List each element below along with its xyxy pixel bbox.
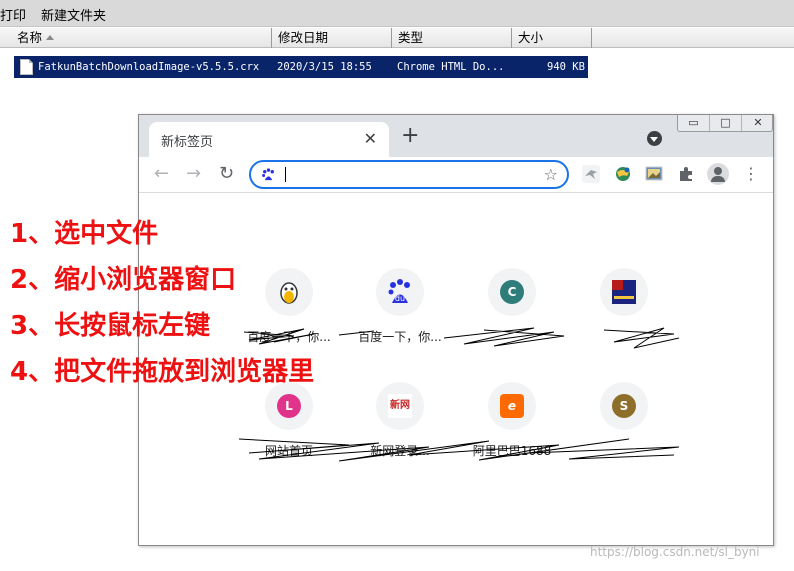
close-window-button[interactable]: ✕ — [742, 115, 774, 131]
letter-c-icon: C — [500, 280, 524, 304]
shortcut-tile[interactable]: C — [457, 268, 567, 348]
column-size-label: 大小 — [518, 30, 544, 45]
shortcut-icon-circle: e — [488, 382, 536, 430]
watermark: https://blog.csdn.net/sl_byni — [590, 545, 760, 559]
column-type[interactable]: 类型 — [392, 28, 512, 48]
tab-title: 新标签页 — [161, 135, 214, 150]
tab-new-tab[interactable]: 新标签页 ✕ — [149, 122, 389, 157]
baidu-icon — [262, 168, 274, 181]
shortcut-icon-circle: S — [600, 382, 648, 430]
column-header: 名称 修改日期 类型 大小 — [0, 28, 794, 48]
flag-thumbnail-icon — [612, 280, 636, 304]
address-bar[interactable]: ☆ — [249, 160, 569, 189]
file-icon — [20, 59, 33, 75]
shortcut-label: 阿里巴巴1688 — [472, 444, 552, 458]
column-modified-label: 修改日期 — [278, 30, 329, 45]
shortcut-tile[interactable]: du 百度一下，你... — [345, 268, 455, 348]
letter-s-icon: S — [612, 394, 636, 418]
shortcut-tile[interactable]: e 阿里巴巴1688 — [457, 382, 567, 462]
bookmark-star-icon[interactable]: ☆ — [544, 165, 558, 184]
print-button[interactable]: 打印 — [0, 5, 26, 24]
baidu-du-text: du — [395, 294, 405, 303]
globe-extension-icon[interactable] — [613, 164, 633, 184]
new-folder-button[interactable]: 新建文件夹 — [41, 5, 106, 24]
step-1: 1、选中文件 — [10, 219, 159, 249]
shortcut-tile[interactable]: S — [569, 382, 679, 462]
shortcut-tile[interactable]: 新网 新网登录... — [345, 382, 455, 462]
shortcut-label: 网站首页 — [264, 444, 313, 458]
step-3: 3、长按鼠标左键 — [10, 311, 211, 341]
column-modified[interactable]: 修改日期 — [272, 28, 392, 48]
step-4: 4、把文件拖放到浏览器里 — [10, 357, 315, 387]
puzzle-extensions-icon[interactable] — [677, 164, 697, 184]
shortcut-icon-circle: C — [488, 268, 536, 316]
baidu-paw-icon: du — [388, 279, 410, 303]
shortcut-icon-circle — [600, 268, 648, 316]
step-2: 2、缩小浏览器窗口 — [10, 265, 237, 295]
column-name[interactable]: 名称 — [0, 28, 272, 48]
sort-ascending-icon — [46, 35, 55, 40]
tab-search-icon[interactable] — [647, 131, 662, 146]
xinnet-icon: 新网 — [388, 394, 412, 418]
alibaba-icon: e — [500, 394, 524, 418]
shortcut-label: 新网登录... — [370, 444, 430, 458]
column-size[interactable]: 大小 — [512, 28, 592, 48]
shortcut-icon-circle: 新网 — [376, 382, 424, 430]
file-row-selected[interactable]: FatkunBatchDownloadImage-v5.5.5.crx 2020… — [14, 56, 588, 78]
shortcut-tile[interactable] — [569, 268, 679, 348]
new-tab-button[interactable]: + — [401, 125, 419, 147]
chrome-toolbar: ← → ↻ ☆ ⋮ — [139, 157, 773, 193]
minimize-button[interactable]: ▭ — [678, 115, 710, 131]
shortcut-label: 百度一下，你... — [358, 330, 442, 344]
image-extension-icon[interactable] — [644, 164, 664, 184]
back-button[interactable]: ← — [154, 164, 169, 184]
chrome-titlebar: 新标签页 ✕ + ▭ □ ✕ — [139, 115, 773, 157]
forward-button[interactable]: → — [186, 164, 201, 184]
file-type: Chrome HTML Do... — [397, 61, 505, 73]
explorer-toolbar: 打印 新建文件夹 — [0, 0, 794, 27]
shortcut-icon-circle: du — [376, 268, 424, 316]
bird-extension-icon[interactable] — [581, 164, 601, 184]
reload-button[interactable]: ↻ — [219, 164, 234, 184]
file-modified: 2020/3/15 18:55 — [277, 61, 372, 73]
tab-close-icon[interactable]: ✕ — [364, 129, 377, 148]
maximize-button[interactable]: □ — [710, 115, 742, 131]
file-name: FatkunBatchDownloadImage-v5.5.5.crx — [38, 61, 260, 73]
file-size: 940 KB — [547, 61, 585, 73]
menu-icon[interactable]: ⋮ — [743, 164, 759, 184]
column-type-label: 类型 — [398, 30, 424, 45]
window-controls: ▭ □ ✕ — [677, 115, 773, 132]
profile-avatar-icon[interactable] — [707, 163, 729, 185]
instruction-steps: 1、选中文件 2、缩小浏览器窗口 3、长按鼠标左键 4、把文件拖放到浏览器里 — [10, 214, 314, 398]
text-caret — [285, 167, 286, 182]
column-name-label: 名称 — [17, 30, 43, 45]
